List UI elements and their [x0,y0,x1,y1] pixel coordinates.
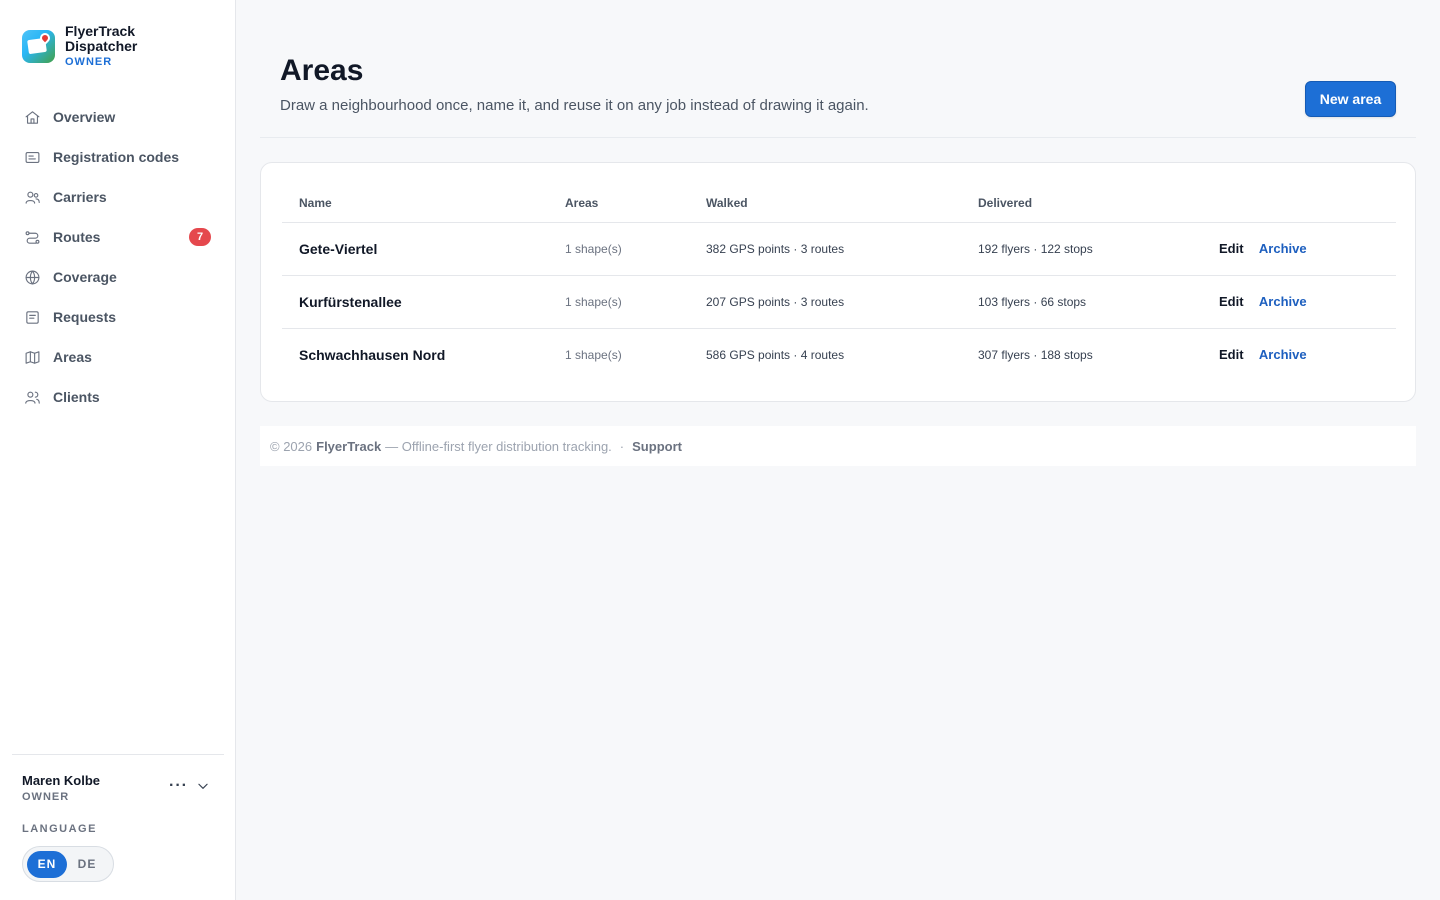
sidebar-item-registration-codes[interactable]: Registration codes [12,137,224,177]
area-delivered: 192 flyers · 122 stops [978,222,1219,276]
user-panel: Maren Kolbe OWNER ··· [22,773,212,803]
main-content: Areas Draw a neighbourhood once, name it… [236,0,1440,900]
document-icon [26,310,39,324]
sidebar-item-label: Coverage [53,269,117,285]
language-option-en[interactable]: EN [27,850,67,878]
column-header-delivered: Delivered [978,185,1219,223]
column-header-areas: Areas [565,185,706,223]
globe-icon [25,270,40,284]
footer-brand: FlyerTrack [316,438,382,454]
table-header-row: Name Areas Walked Delivered [282,185,1396,223]
archive-button[interactable]: Archive [1259,241,1307,256]
footer-copyright: © 2026 [270,438,313,454]
archive-button[interactable]: Archive [1259,294,1307,309]
brand-name: FlyerTrack Dispatcher [65,23,138,54]
brand[interactable]: FlyerTrack Dispatcher OWNER [22,24,155,70]
area-delivered: 307 flyers · 188 stops [978,347,1093,362]
routes-count-badge: 7 [189,228,211,246]
edit-button[interactable]: Edit [1219,294,1244,309]
sidebar-item-label: Carriers [53,189,107,205]
sidebar-item-label: Requests [53,309,117,325]
areas-table-card: Name Areas Walked Delivered Gete-Viertel… [260,162,1416,402]
footer-separator: · [619,438,625,454]
row-actions: Edit Archive [1219,275,1396,329]
page-description: Draw a neighbourhood once, name it, and … [280,97,869,114]
sidebar-item-label: Overview [53,109,116,125]
table-row: Schwachhausen Nord 1 shape(s) 586 GPS po… [282,328,1396,381]
edit-button[interactable]: Edit [1219,241,1244,256]
sidebar-item-clients[interactable]: Clients [12,377,224,417]
column-header-name: Name [282,185,565,223]
area-shapes: 1 shape(s) [565,222,706,276]
footer-tagline: — Offline-first flyer distribution track… [385,438,612,454]
brand-role: OWNER [65,56,113,68]
language-label: LANGUAGE [22,823,97,835]
id-card-icon [25,151,40,163]
users-icon [25,191,40,204]
area-walked: 586 GPS points · 4 routes [706,347,845,362]
area-name: Kurfürstenallee [282,275,565,329]
column-header-actions [1219,185,1396,223]
row-actions: Edit Archive [1219,222,1396,276]
table-row: Kurfürstenallee 1 shape(s) 207 GPS point… [282,275,1396,329]
map-icon [25,350,40,364]
area-name: Schwachhausen Nord [299,346,446,363]
sidebar-item-coverage[interactable]: Coverage [12,257,224,297]
language-option-de[interactable]: DE [67,851,107,878]
area-shapes: 1 shape(s) [565,347,622,362]
sidebar-item-requests[interactable]: Requests [12,297,224,337]
sidebar-divider [12,754,224,755]
sidebar-item-carriers[interactable]: Carriers [12,177,224,217]
header-divider [260,137,1416,138]
table-row: Gete-Viertel 1 shape(s) 382 GPS points ·… [282,222,1396,276]
page-title: Areas [280,54,364,87]
more-options-icon[interactable]: ··· [169,778,188,794]
chevron-down-icon[interactable] [196,779,210,793]
support-link[interactable]: Support [632,439,682,454]
area-shapes: 1 shape(s) [565,275,706,329]
column-header-walked: Walked [706,185,978,223]
archive-button[interactable]: Archive [1259,347,1307,362]
language-toggle: EN DE [22,846,114,882]
area-walked: 382 GPS points · 3 routes [706,222,978,276]
area-delivered: 103 flyers · 66 stops [978,275,1219,329]
sidebar-nav: Overview Registration codes Carriers Rou… [12,97,224,417]
edit-button[interactable]: Edit [1219,347,1244,362]
page-footer: © 2026 FlyerTrack — Offline-first flyer … [260,426,1416,466]
clients-icon [25,391,40,404]
sidebar-item-routes[interactable]: Routes 7 [12,217,224,257]
sidebar: FlyerTrack Dispatcher OWNER Overview Reg… [0,0,236,900]
area-walked: 207 GPS points · 3 routes [706,275,978,329]
area-name: Gete-Viertel [282,222,565,276]
new-area-button[interactable]: New area [1305,81,1396,117]
areas-table: Name Areas Walked Delivered Gete-Viertel… [282,185,1396,381]
sidebar-item-label: Clients [53,389,100,405]
flyertrack-logo-icon [22,30,55,63]
route-icon [25,230,40,244]
sidebar-item-label: Registration codes [53,149,180,165]
home-icon [25,110,40,124]
sidebar-item-overview[interactable]: Overview [12,97,224,137]
sidebar-item-label: Routes [53,229,101,245]
row-actions: Edit Archive [1219,328,1396,381]
sidebar-item-label: Areas [53,349,92,365]
sidebar-item-areas[interactable]: Areas [12,337,224,377]
